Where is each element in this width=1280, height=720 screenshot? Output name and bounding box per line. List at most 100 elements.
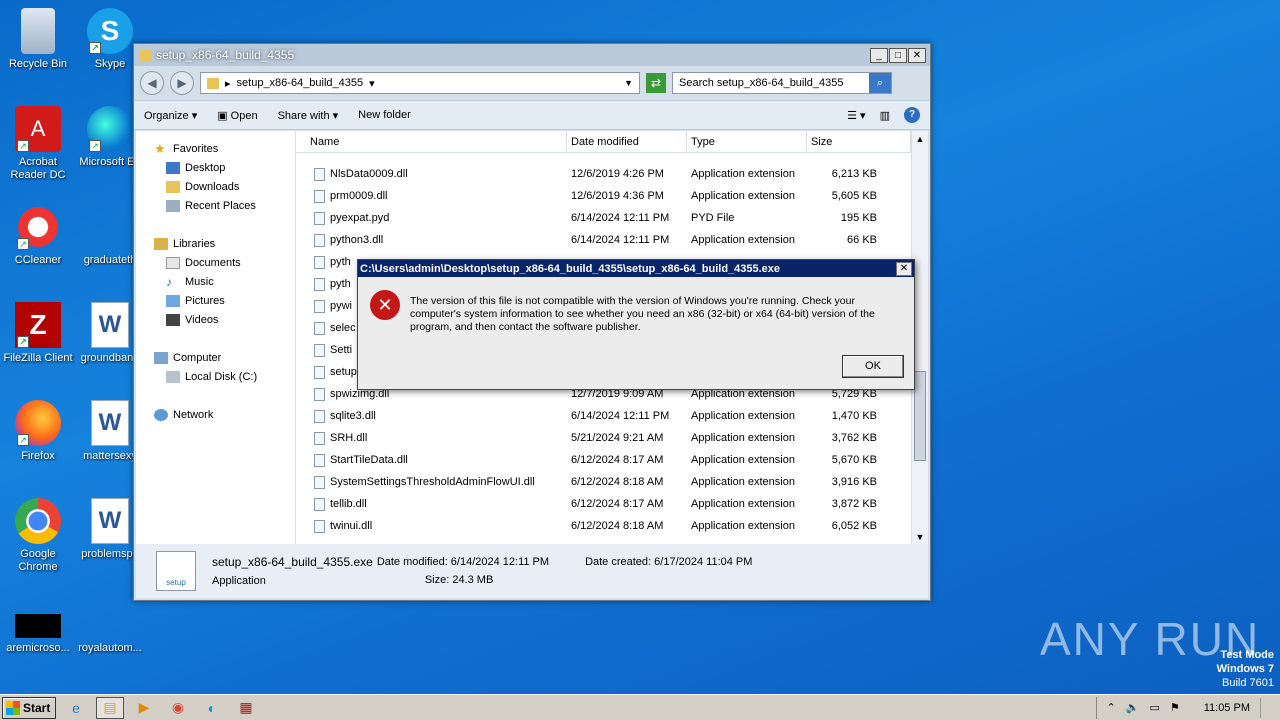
file-row[interactable]: StartTileData.dll 6/12/2024 8:17 AM Applic… bbox=[296, 449, 928, 471]
volume-icon[interactable]: 🔈 bbox=[1126, 701, 1140, 714]
column-name[interactable]: Name bbox=[296, 131, 567, 152]
column-size[interactable]: Size bbox=[807, 131, 911, 152]
command-bar: Organize ▾ ▣ Open Share with ▾ New folde… bbox=[134, 100, 930, 130]
file-icon bbox=[314, 189, 325, 203]
file-date: 6/12/2024 8:18 AM bbox=[571, 476, 664, 488]
search-input[interactable]: Search setup_x86-64_build_4355 ⌕ bbox=[672, 72, 892, 94]
file-size: 5,605 KB bbox=[831, 190, 877, 202]
file-row[interactable]: twinui.dll 6/12/2024 8:18 AM Application e… bbox=[296, 515, 928, 537]
archive-taskbar-icon[interactable]: ▦ bbox=[232, 697, 260, 719]
dialog-close-button[interactable]: ✕ bbox=[896, 261, 912, 276]
ie-taskbar-icon[interactable]: e bbox=[62, 697, 90, 719]
nav-favorites[interactable]: ★ Favorites bbox=[136, 139, 295, 158]
desktop-icon-firefox[interactable]: ↗ Firefox bbox=[0, 400, 76, 463]
network-tray-icon[interactable]: ▭ bbox=[1149, 701, 1159, 714]
media-player-taskbar-icon[interactable]: ▶ bbox=[130, 697, 158, 719]
file-row[interactable]: SRH.dll 5/21/2024 9:21 AM Application exte… bbox=[296, 427, 928, 449]
file-type: PYD File bbox=[691, 212, 735, 224]
nav-pictures[interactable]: Pictures bbox=[136, 291, 295, 310]
file-size: 195 KB bbox=[840, 212, 877, 224]
file-row[interactable]: tellib.dll 6/12/2024 8:17 AM Application e… bbox=[296, 493, 928, 515]
desktop-icon-aremicroso[interactable]: aremicroso... bbox=[0, 614, 76, 655]
file-row[interactable]: prm0009.dll 12/6/2019 4:36 PM Application … bbox=[296, 185, 928, 207]
file-date: 6/14/2024 12:11 PM bbox=[571, 234, 670, 246]
help-icon[interactable]: ? bbox=[904, 107, 920, 123]
view-options-icon[interactable]: ☰ ▾ bbox=[847, 109, 865, 122]
column-date-modified[interactable]: Date modified bbox=[567, 131, 687, 152]
file-size: 66 KB bbox=[847, 234, 877, 246]
clock[interactable]: 11:05 PM bbox=[1204, 702, 1250, 714]
show-hidden-icons-icon[interactable]: ⌃ bbox=[1107, 701, 1116, 714]
chrome-taskbar-icon[interactable]: ◉ bbox=[164, 697, 192, 719]
details-pane: setup setup_x86-64_build_4355.exe Applic… bbox=[136, 544, 928, 598]
minimize-button[interactable]: _ bbox=[870, 47, 888, 63]
file-row[interactable]: sqlite3.dll 6/14/2024 12:11 PM Application… bbox=[296, 405, 928, 427]
scroll-thumb[interactable] bbox=[914, 371, 926, 461]
setup-exe-icon: setup bbox=[156, 551, 196, 591]
file-row[interactable]: NlsData0009.dll 12/6/2019 4:26 PM Applicat… bbox=[296, 163, 928, 185]
skype-icon: S ↗ bbox=[87, 8, 133, 54]
file-name: Setti bbox=[330, 344, 353, 356]
nav-documents[interactable]: Documents bbox=[136, 253, 295, 272]
desktop-icon-royalautom[interactable]: royalautom... bbox=[72, 614, 148, 655]
nav-desktop[interactable]: Desktop bbox=[136, 158, 295, 177]
new-folder-button[interactable]: New folder bbox=[358, 109, 411, 121]
selected-size: Size: 24.3 MB bbox=[424, 574, 494, 586]
file-size: 6,213 KB bbox=[831, 168, 877, 180]
desktop-icon-recycle-bin[interactable]: Recycle Bin bbox=[0, 8, 76, 71]
organize-button[interactable]: Organize ▾ bbox=[144, 109, 197, 122]
address-dropdown-icon[interactable]: ▾ bbox=[369, 77, 375, 90]
show-desktop-button[interactable] bbox=[1260, 697, 1270, 718]
nav-music[interactable]: ♪ Music bbox=[136, 272, 295, 291]
file-name: prm0009.dll bbox=[330, 190, 388, 202]
edge-taskbar-icon[interactable]: ◐ bbox=[198, 697, 226, 719]
file-row[interactable]: pyexpat.pyd 6/14/2024 12:11 PM PYD File 195… bbox=[296, 207, 928, 229]
file-icon bbox=[314, 277, 325, 291]
maximize-button[interactable]: □ bbox=[889, 47, 907, 63]
nav-recent-places[interactable]: Recent Places bbox=[136, 196, 295, 215]
file-icon bbox=[314, 211, 325, 225]
nav-local-disk[interactable]: Local Disk (C:) bbox=[136, 367, 295, 386]
file-icon bbox=[314, 453, 325, 467]
file-date: 12/6/2019 4:36 PM bbox=[571, 190, 664, 202]
explorer-taskbar-icon[interactable]: ▤ bbox=[96, 696, 124, 719]
file-row[interactable]: SystemSettingsThresholdAdminFlowUI.dll 6/… bbox=[296, 471, 928, 493]
word-document-icon: W bbox=[91, 498, 129, 544]
back-button[interactable]: ◀ bbox=[140, 71, 164, 95]
preview-pane-icon[interactable]: ▥ bbox=[880, 109, 890, 122]
explorer-titlebar[interactable]: setup_x86-64_build_4355 _ □ ✕ bbox=[134, 44, 930, 66]
nav-computer[interactable]: Computer bbox=[136, 348, 295, 367]
address-history-icon[interactable]: ▼ bbox=[624, 78, 633, 88]
search-icon[interactable]: ⌕ bbox=[869, 73, 891, 93]
start-button[interactable]: Start bbox=[2, 696, 56, 719]
filezilla-icon: Z ↗ bbox=[15, 302, 61, 348]
file-name: SRH.dll bbox=[330, 432, 368, 444]
address-separator-icon[interactable]: ▸ bbox=[225, 77, 231, 90]
dialog-titlebar[interactable]: C:\Users\admin\Desktop\setup_x86-64_buil… bbox=[358, 260, 914, 277]
open-button[interactable]: ▣ Open bbox=[217, 109, 257, 122]
file-type: Application extension bbox=[691, 190, 795, 202]
file-row[interactable]: python3.dll 6/14/2024 12:11 PM Application… bbox=[296, 229, 928, 251]
file-date: 6/14/2024 12:11 PM bbox=[571, 212, 670, 224]
nav-libraries[interactable]: Libraries bbox=[136, 234, 295, 253]
desktop-icon-ccleaner[interactable]: ↗ CCleaner bbox=[0, 204, 76, 267]
nav-network[interactable]: Network bbox=[136, 405, 295, 424]
file-icon bbox=[314, 409, 325, 423]
share-with-button[interactable]: Share with ▾ bbox=[278, 109, 339, 122]
close-button[interactable]: ✕ bbox=[908, 47, 926, 63]
desktop-icon-chrome[interactable]: Google Chrome bbox=[0, 498, 76, 574]
desktop-icon-acrobat[interactable]: A ↗ Acrobat Reader DC bbox=[0, 106, 76, 182]
action-center-flag-icon[interactable]: ⚑ bbox=[1170, 701, 1180, 714]
address-bar[interactable]: ▸ setup_x86-64_build_4355 ▾ ▼ bbox=[200, 72, 640, 94]
refresh-icon[interactable]: ⇄ bbox=[646, 73, 666, 93]
column-type[interactable]: Type bbox=[687, 131, 807, 152]
system-tray: ⌃ 🔈 ▭ ⚑ 11:05 PM bbox=[1095, 696, 1280, 719]
forward-button[interactable]: ▶ bbox=[170, 71, 194, 95]
nav-videos[interactable]: Videos bbox=[136, 310, 295, 329]
nav-downloads[interactable]: Downloads bbox=[136, 177, 295, 196]
desktop-icon-filezilla[interactable]: Z ↗ FileZilla Client bbox=[0, 302, 76, 365]
ok-button[interactable]: OK bbox=[842, 355, 904, 378]
scroll-up-icon[interactable]: ▲ bbox=[912, 131, 928, 148]
file-icon bbox=[314, 343, 325, 357]
file-type: Application extension bbox=[691, 498, 795, 510]
